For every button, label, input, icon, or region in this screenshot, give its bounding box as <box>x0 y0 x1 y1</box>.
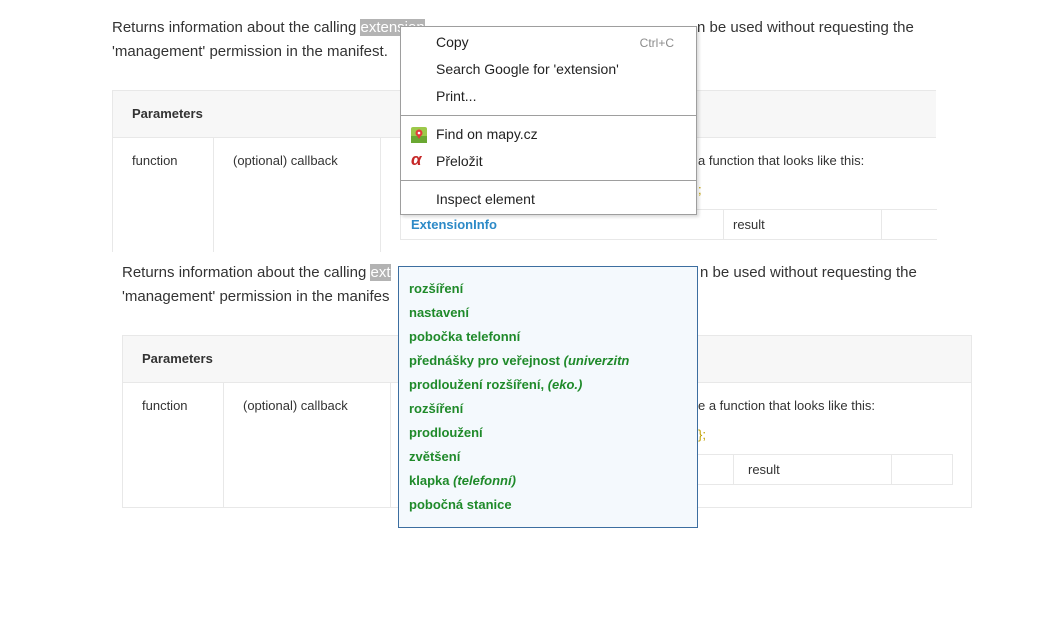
description-text-top-tail: n be used without requesting the <box>697 19 914 36</box>
menu-separator <box>401 180 696 181</box>
translation-entry[interactable]: prodloužení <box>409 425 483 440</box>
description-text-top-line2: 'management' permission in the manifest. <box>112 43 388 60</box>
translation-entry[interactable]: přednášky pro veřejnost (univerzitn <box>409 353 629 368</box>
translation-entry[interactable]: pobočka telefonní <box>409 329 520 344</box>
param-name: (optional) callback <box>233 153 338 168</box>
copy-shortcut: Ctrl+C <box>639 36 674 50</box>
translation-entry[interactable]: klapka (telefonní) <box>409 473 516 488</box>
param-description: a function that looks like this: <box>698 153 865 168</box>
selected-word-bottom[interactable]: ext <box>370 264 391 281</box>
sub-param-name-bottom: result <box>748 462 780 477</box>
translation-entry[interactable]: zvětšení <box>409 449 460 464</box>
translation-entry[interactable]: rozšíření <box>409 401 463 416</box>
description-text-bottom-line2: 'management' permission in the manifes <box>122 288 390 305</box>
translation-entry[interactable]: rozšíření <box>409 281 463 296</box>
param-type-bottom: function <box>142 398 188 413</box>
menu-item-copy[interactable]: Copy <box>436 34 469 50</box>
alpha-translate-icon: α <box>411 150 422 169</box>
map-pin-icon <box>411 127 427 143</box>
translation-entry[interactable]: prodloužení rozšíření, (eko.) <box>409 377 582 392</box>
code-snippet: ; <box>698 182 702 197</box>
menu-item-search-google[interactable]: Search Google for 'extension' <box>436 61 619 77</box>
code-snippet-bottom: }; <box>698 427 706 442</box>
param-type: function <box>132 153 178 168</box>
param-description-bottom: e a function that looks like this: <box>698 398 876 413</box>
menu-item-find-mapy[interactable]: Find on mapy.cz <box>436 126 538 142</box>
translation-entry[interactable]: pobočná stanice <box>409 497 512 512</box>
description-text-bottom-tail: n be used without requesting the <box>700 264 917 281</box>
menu-item-inspect[interactable]: Inspect element <box>436 191 535 207</box>
menu-item-translate[interactable]: Přeložit <box>436 153 483 169</box>
menu-item-print[interactable]: Print... <box>436 88 476 104</box>
description-text-top: Returns information about the calling ex… <box>112 19 425 36</box>
param-name-bottom: (optional) callback <box>243 398 348 413</box>
context-menu: Copy Ctrl+C Search Google for 'extension… <box>400 26 697 215</box>
translation-popup: rozšíření nastavení pobočka telefonní př… <box>398 266 698 528</box>
description-text-bottom: Returns information about the calling ex… <box>122 264 391 281</box>
menu-separator <box>401 115 696 116</box>
sub-param-name: result <box>733 217 765 232</box>
extensioninfo-link[interactable]: ExtensionInfo <box>411 217 497 232</box>
translation-entry[interactable]: nastavení <box>409 305 469 320</box>
